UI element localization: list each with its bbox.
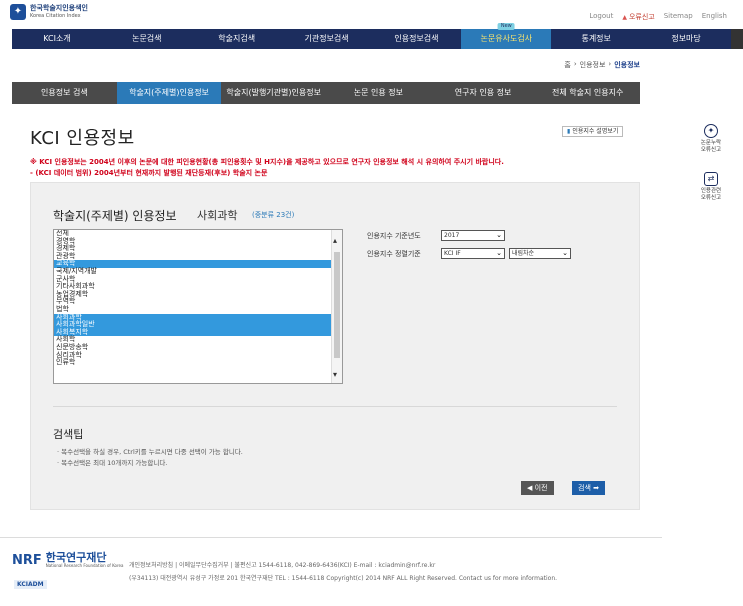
side-missing-label-2: 오류신고 — [700, 147, 722, 153]
sort-order-select[interactable]: 내림차순 ⌄ — [509, 248, 571, 259]
subject-option[interactable]: 교육학 — [54, 260, 342, 268]
tab-all-journal-index[interactable]: 전체 학술지 인용지수 — [535, 82, 640, 104]
notice-data-range: - (KCI 데이터 범위) 2004년부터 현재까지 발행된 재단등재(후보)… — [30, 169, 268, 177]
page-title: KCI 인용정보 — [30, 128, 135, 149]
english-link[interactable]: English — [702, 12, 727, 22]
report-icon: ⇄ — [704, 172, 718, 186]
sort-criteria-select[interactable]: KCI IF ⌄ — [441, 248, 505, 259]
search-tips-title: 검색팁 — [53, 428, 84, 441]
subject-option[interactable]: 군사학 — [54, 275, 342, 284]
nav-institution-search[interactable]: 기관정보검색 — [282, 29, 372, 49]
footer-address: (우34113) 대전광역시 유성구 가정로 201 한국연구재단 TEL : … — [129, 575, 558, 582]
subject-option[interactable]: 심리과학 — [54, 351, 342, 360]
nrf-logo-mark: NRF — [12, 552, 42, 568]
breadcrumb-sep: › — [573, 60, 577, 68]
footer-links: 개인정보처리방침 | 이메일무단수집거부 | 불편신고 1544-6118, 0… — [129, 562, 436, 569]
chevron-down-icon: ⌄ — [496, 249, 502, 257]
breadcrumb: 홈 › 인용정보 › 인용정보 — [564, 60, 640, 70]
subject-option[interactable]: 경영학 — [54, 237, 342, 246]
kci-logo-icon: ✦ — [10, 4, 26, 20]
logo-english: Korea Citation Index — [30, 13, 81, 19]
side-missing-report[interactable]: ✦ 논문누락 오류신고 — [692, 124, 730, 154]
subject-option[interactable]: 사회학 — [54, 336, 342, 344]
nav-paper-search[interactable]: 논문검색 — [102, 29, 192, 49]
logout-link[interactable]: Logout — [589, 12, 613, 22]
search-tip: · 복수선택은 최대 10개까지 가능합니다. — [57, 459, 168, 467]
panel-count: (중분류 23건) — [252, 211, 295, 219]
logo-korean: 한국학술지인용색인 — [30, 4, 88, 12]
chevron-down-icon: ⌄ — [562, 249, 568, 257]
sub-nav: 인용정보 검색 학술지(주제별)인용정보 학술지(발행기관별)인용정보 논문 인… — [12, 82, 640, 104]
tab-paper-citation[interactable]: 논문 인용 정보 — [326, 82, 431, 104]
side-missing-label-1: 논문누락 — [700, 140, 722, 146]
sort-value: KCI IF — [444, 250, 461, 257]
utility-links: Logout 오류신고 Sitemap English — [589, 12, 727, 22]
nav-info-plaza[interactable]: 정보마당 — [641, 29, 731, 49]
side-citation-report[interactable]: ⇄ 인용관련 오류신고 — [692, 172, 730, 202]
panel-title: 학술지(주제별) 인용정보 — [53, 209, 177, 223]
scroll-up-icon[interactable]: ▴ — [333, 236, 337, 245]
subject-option[interactable]: 관광학 — [54, 252, 342, 261]
search-button[interactable]: 검색 ➡ — [572, 481, 605, 495]
nav-citation-search[interactable]: 인용정보검색 — [372, 29, 462, 49]
tab-researcher-citation[interactable]: 연구자 인용 정보 — [431, 82, 536, 104]
subject-option[interactable]: 국제/지역개발 — [54, 267, 342, 276]
scroll-down-icon[interactable]: ▾ — [333, 370, 337, 379]
year-value: 2017 — [444, 232, 460, 239]
order-value: 내림차순 — [512, 250, 535, 257]
subject-option[interactable]: 사회복지학 — [54, 328, 342, 337]
nav-similarity-check[interactable]: New 논문유사도검사 — [461, 23, 552, 49]
nrf-logo: NRF 한국연구재단 National Research Foundation … — [12, 552, 123, 568]
tab-citation-search[interactable]: 인용정보 검색 — [12, 82, 117, 104]
scroll-thumb[interactable] — [334, 252, 340, 358]
subject-option[interactable]: 기타사회과학 — [54, 283, 342, 291]
notice-citation-range: ※ KCI 인용정보는 2004년 이후의 논문에 대한 피인용현황(총 피인용… — [30, 158, 504, 166]
search-panel: 학술지(주제별) 인용정보 사회과학 (중분류 23건) 전체 경영학 경제학 관광학… — [30, 182, 640, 510]
year-label: 인용지수 기준년도 — [367, 232, 421, 240]
kciadm-badge: KCIADM — [14, 580, 47, 589]
subject-listbox[interactable]: 전체 경영학 경제학 관광학 교육학 국제/지역개발 군사학 기타사회과학 농업경제학 무역학 법학… — [53, 229, 343, 384]
sitemap-link[interactable]: Sitemap — [664, 12, 693, 22]
prev-button[interactable]: ◀ 이전 — [521, 481, 554, 495]
subject-option[interactable]: 법학 — [54, 305, 342, 314]
subject-option[interactable]: 전체 — [54, 230, 342, 238]
breadcrumb-current: 인용정보 — [614, 61, 640, 69]
error-report-link[interactable]: 오류신고 — [622, 12, 655, 22]
subject-option[interactable]: 농업경제학 — [54, 290, 342, 299]
subject-option[interactable]: 인류학 — [54, 358, 342, 367]
listbox-scrollbar[interactable]: ▴ ▾ — [331, 230, 342, 383]
subject-option[interactable]: 경제학 — [54, 245, 342, 253]
subject-option[interactable]: 사회과학일반 — [54, 321, 342, 329]
subject-option[interactable]: 신문방송학 — [54, 343, 342, 352]
chevron-down-icon: ⌄ — [496, 231, 502, 239]
nav-similarity-check-label: 논문유사도검사 — [480, 34, 533, 43]
breadcrumb-sep: › — [608, 60, 612, 68]
index-guide-button[interactable]: 인용지수 설명보기 — [562, 126, 624, 137]
nav-tail — [731, 29, 743, 49]
top-bar: ✦ 한국학술지인용색인 Korea Citation Index Logout … — [0, 0, 743, 26]
panel-subject: 사회과학 — [197, 209, 238, 222]
tab-journal-publisher[interactable]: 학술지(발행기관별)인용정보 — [221, 82, 326, 104]
new-badge: New — [497, 23, 515, 30]
sort-label: 인용지수 정렬기준 — [367, 250, 421, 258]
footer-divider — [0, 537, 662, 538]
tab-journal-subject[interactable]: 학술지(주제별)인용정보 — [116, 82, 222, 104]
side-citation-label-1: 인용관련 — [700, 188, 722, 194]
year-select[interactable]: 2017 ⌄ — [441, 230, 505, 241]
compass-icon: ✦ — [704, 124, 718, 138]
breadcrumb-parent[interactable]: 인용정보 — [580, 60, 606, 70]
kci-logo[interactable]: ✦ 한국학술지인용색인 Korea Citation Index — [10, 4, 88, 20]
nav-statistics[interactable]: 통계정보 — [551, 29, 641, 49]
side-citation-label-2: 오류신고 — [700, 195, 722, 201]
subject-option[interactable]: 무역학 — [54, 298, 342, 306]
nav-kci-intro[interactable]: KCI소개 — [12, 29, 102, 49]
subject-option[interactable]: 사회과학 — [54, 313, 342, 322]
breadcrumb-home[interactable]: 홈 — [564, 60, 570, 70]
nrf-logo-english: National Research Foundation of Korea — [45, 563, 124, 568]
search-tip: · 복수선택을 하실 경우, Ctrl키를 누르시면 다중 선택이 가능 합니다… — [57, 448, 243, 456]
nav-journal-search[interactable]: 학술지검색 — [192, 29, 282, 49]
panel-divider — [53, 406, 617, 407]
main-nav: KCI소개 논문검색 학술지검색 기관정보검색 인용정보검색 New 논문유사도… — [12, 23, 731, 49]
